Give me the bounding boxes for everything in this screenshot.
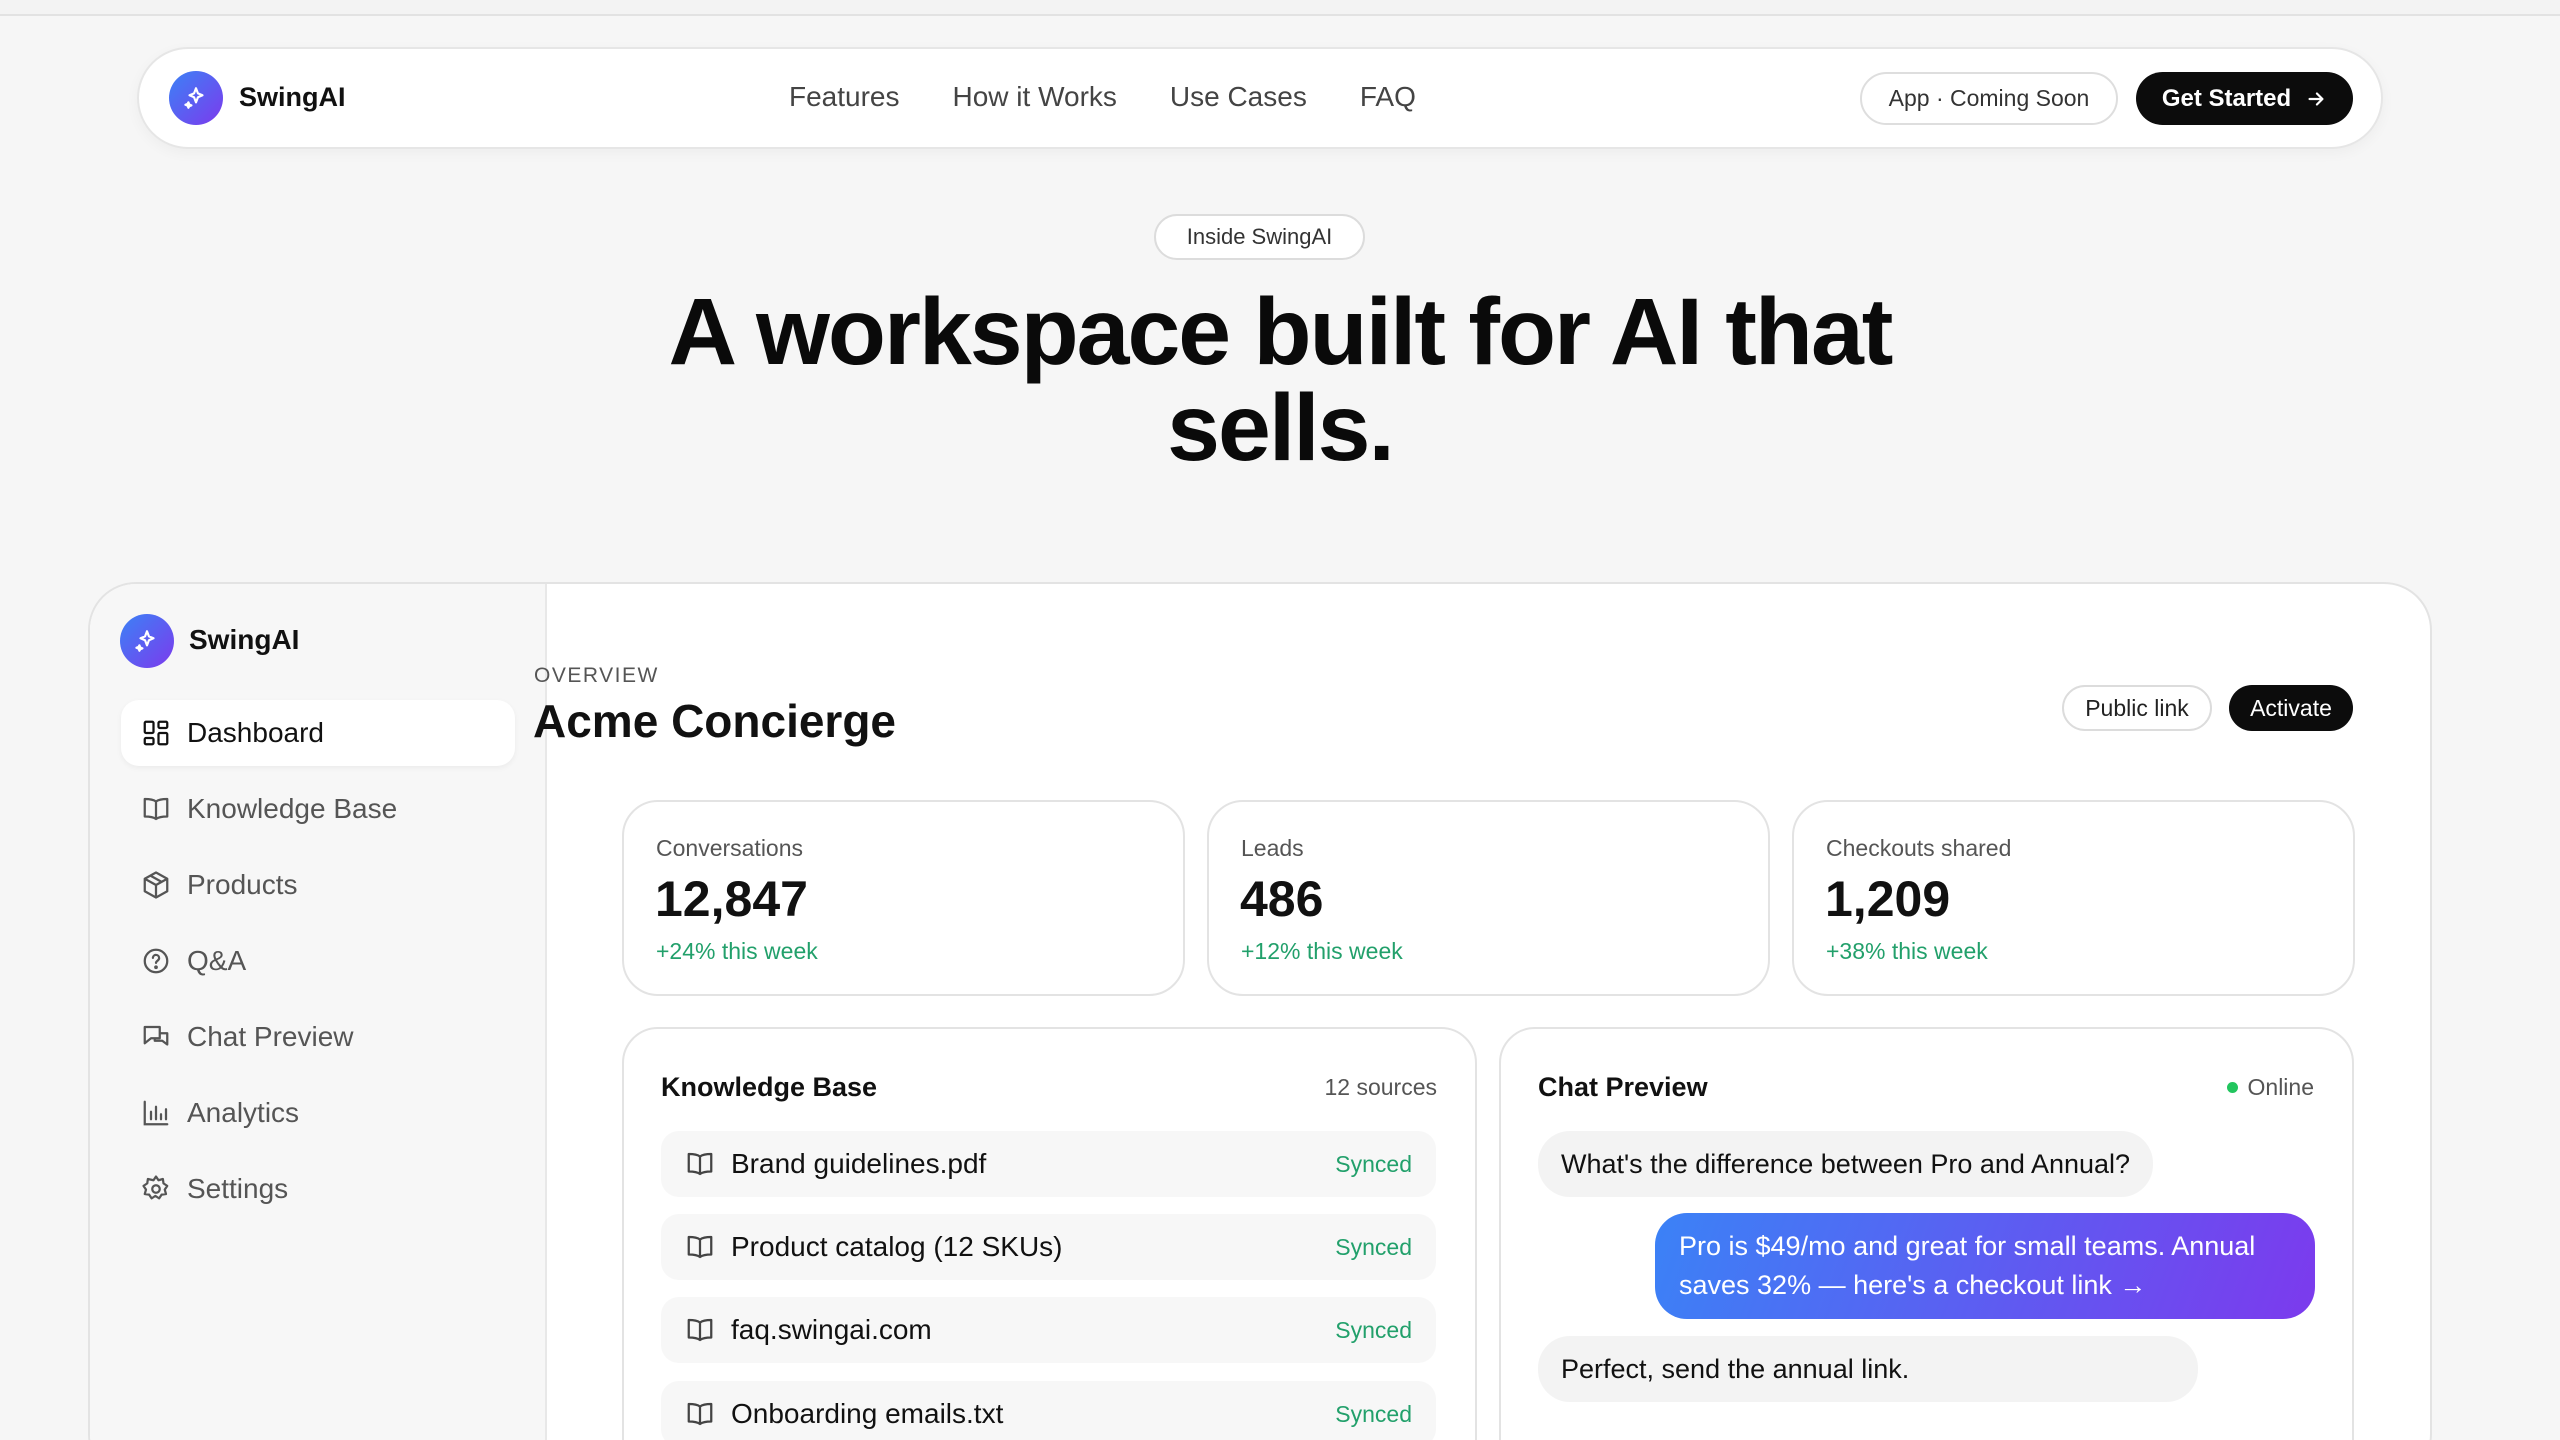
arrow-right-icon	[2308, 91, 2324, 106]
sidebar-item-dashboard[interactable]: Dashboard	[121, 700, 515, 766]
sidebar-item-chat-preview[interactable]: Chat Preview	[121, 1004, 515, 1070]
online-status: Online	[2226, 1074, 2314, 1101]
sidebar-item-analytics[interactable]: Analytics	[121, 1080, 515, 1146]
sidebar-item-qa[interactable]: Q&A	[121, 928, 515, 994]
knowledge-source-row[interactable]: Brand guidelines.pdf Synced	[661, 1131, 1436, 1197]
sidebar: SwingAI Dashboard Knowledge Base Product…	[90, 584, 547, 1440]
online-dot-icon	[2226, 1082, 2238, 1093]
hero-title: A workspace built for AI that sells.	[668, 279, 1894, 481]
stat-card-conversations: Conversations 12,847 +24% this week	[622, 800, 1185, 996]
sidebar-item-label: Products	[187, 869, 298, 900]
activate-button[interactable]: Activate	[2229, 685, 2353, 731]
book-icon	[687, 1318, 713, 1342]
chat-preview-panel: Chat Preview Online What's the differenc…	[1499, 1027, 2354, 1440]
public-link-button[interactable]: Public link	[2062, 685, 2212, 731]
sources-count-text: 12 sources	[1324, 1074, 1437, 1100]
book-icon	[687, 1152, 713, 1176]
sources-count: 12 sources	[1324, 1074, 1437, 1101]
gear-icon	[142, 1175, 169, 1200]
stat-delta: +12% this week	[1241, 938, 1403, 964]
nav-link-use-cases[interactable]: Use Cases	[1170, 81, 1307, 113]
stat-value: 486	[1240, 871, 1324, 927]
source-name: Onboarding emails.txt	[731, 1398, 1004, 1429]
bar-chart-icon	[143, 1100, 169, 1126]
knowledge-base-panel: Knowledge Base 12 sources Brand guidelin…	[622, 1027, 1477, 1440]
panel-title: Chat Preview	[1538, 1072, 1708, 1102]
source-name: faq.swingai.com	[731, 1314, 932, 1345]
stat-delta: +24% this week	[656, 938, 818, 964]
chat-message-user: Perfect, send the annual link.	[1538, 1336, 2198, 1402]
nav-link-features[interactable]: Features	[789, 81, 900, 113]
knowledge-source-row[interactable]: Product catalog (12 SKUs) Synced	[661, 1214, 1436, 1280]
hero-eyebrow-badge: Inside SwingAI	[1154, 214, 1365, 260]
message-text: Perfect, send the annual link.	[1561, 1353, 1910, 1384]
knowledge-source-row[interactable]: Onboarding emails.txt Synced	[661, 1381, 1436, 1440]
panel-title: Knowledge Base	[661, 1072, 878, 1102]
get-started-label: Get Started	[2161, 84, 2292, 112]
message-text: Pro is $49/mo and great for small teams.…	[1679, 1231, 2256, 1300]
sidebar-item-label: Q&A	[187, 945, 247, 976]
sync-status: Synced	[1335, 1400, 1412, 1427]
question-icon	[143, 948, 169, 974]
source-name: Brand guidelines.pdf	[731, 1148, 987, 1179]
sync-status: Synced	[1335, 1150, 1412, 1177]
sidebar-item-label: Settings	[187, 1173, 289, 1204]
grid-icon	[143, 720, 169, 746]
get-started-button[interactable]: Get Started	[2136, 72, 2353, 125]
knowledge-source-row[interactable]: faq.swingai.com Synced	[661, 1297, 1436, 1363]
stat-delta: +38% this week	[1826, 938, 1988, 964]
chat-message-bot: Pro is $49/mo and great for small teams.…	[1655, 1213, 2315, 1319]
sparkle-logo-icon[interactable]	[169, 71, 223, 125]
book-icon	[687, 1402, 713, 1426]
sidebar-item-settings[interactable]: Settings	[121, 1156, 515, 1222]
sync-status: Synced	[1335, 1233, 1412, 1260]
message-text: What's the difference between Pro and An…	[1561, 1148, 2131, 1179]
sync-status: Synced	[1335, 1316, 1412, 1343]
stat-value: 1,209	[1825, 871, 1951, 927]
chat-icon	[143, 1025, 169, 1046]
stat-label: Leads	[1241, 835, 1304, 861]
source-name: Product catalog (12 SKUs)	[731, 1231, 1063, 1262]
sidebar-item-label: Dashboard	[187, 717, 324, 748]
nav-link-how-it-works[interactable]: How it Works	[953, 81, 1117, 113]
brand-name[interactable]: SwingAI	[239, 82, 346, 113]
page-title: Acme Concierge	[533, 695, 897, 747]
stat-label: Conversations	[656, 835, 804, 861]
browser-top-strip	[0, 0, 2560, 16]
sidebar-brand: SwingAI	[189, 624, 300, 655]
book-icon	[143, 797, 169, 821]
book-icon	[687, 1235, 713, 1259]
chat-message-user: What's the difference between Pro and An…	[1538, 1131, 2154, 1197]
app-coming-soon-pill[interactable]: App · Coming Soon	[1860, 72, 2118, 125]
stat-label: Checkouts shared	[1826, 835, 2012, 861]
top-navbar: SwingAI Features How it Works Use Cases …	[137, 47, 2383, 149]
nav-links: Features How it Works Use Cases FAQ	[789, 81, 1469, 113]
sidebar-item-label: Chat Preview	[187, 1021, 354, 1052]
sidebar-item-products[interactable]: Products	[121, 852, 515, 918]
sidebar-item-label: Knowledge Base	[187, 793, 398, 824]
stat-card-leads: Leads 486 +12% this week	[1207, 800, 1770, 996]
online-status-text: Online	[2247, 1074, 2314, 1100]
overview-overline: OVERVIEW	[534, 664, 659, 687]
stat-card-checkouts: Checkouts shared 1,209 +38% this week	[1792, 800, 2355, 996]
sidebar-item-label: Analytics	[187, 1097, 300, 1128]
sidebar-item-knowledge-base[interactable]: Knowledge Base	[121, 776, 515, 842]
nav-link-faq[interactable]: FAQ	[1360, 81, 1416, 113]
box-icon	[143, 871, 169, 899]
sparkle-logo-icon	[120, 614, 174, 668]
stat-value: 12,847	[655, 871, 808, 927]
